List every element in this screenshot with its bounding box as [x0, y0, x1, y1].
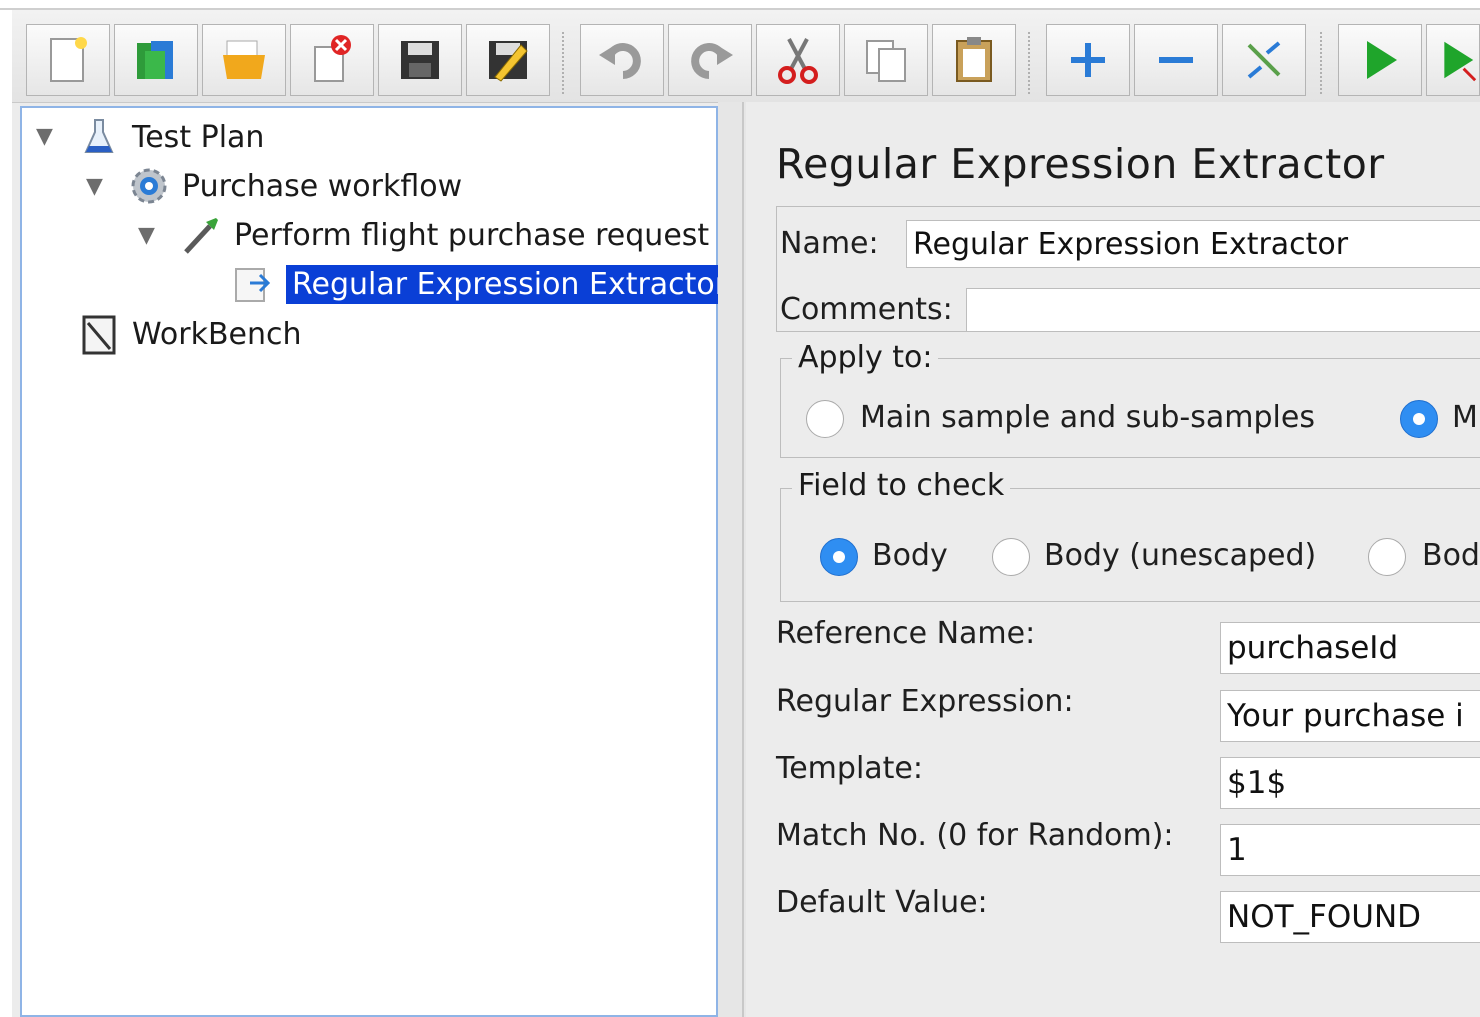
reference-name-field[interactable]: purchaseId — [1220, 622, 1480, 674]
collapse-icon — [1159, 57, 1193, 63]
comments-label: Comments: — [780, 292, 953, 327]
expand-toggle-icon[interactable]: ▼ — [86, 174, 103, 199]
redo-button[interactable] — [668, 24, 752, 96]
tree-item-purchase-workflow[interactable]: Purchase workflow — [128, 163, 462, 209]
tree-item-test-plan[interactable]: Test Plan — [78, 114, 264, 160]
toolbar-separator — [562, 32, 567, 94]
undo-icon — [599, 43, 641, 79]
redo-icon — [691, 43, 733, 79]
apply-main-only-radio[interactable] — [1400, 400, 1438, 438]
save-icon — [401, 41, 439, 79]
tree-item-workbench[interactable]: WorkBench — [78, 311, 302, 357]
tree-item-label: WorkBench — [132, 316, 302, 352]
cut-icon — [778, 38, 818, 84]
name-field[interactable]: Regular Expression Extractor — [906, 220, 1480, 268]
field-body-radio[interactable] — [820, 538, 858, 576]
collapse-all-button[interactable] — [1134, 24, 1218, 96]
apply-main-only-label: M — [1452, 400, 1478, 435]
split-pane-divider[interactable] — [718, 102, 746, 1017]
tree-item-label: Perform flight purchase request — [234, 217, 710, 253]
match-no-label: Match No. (0 for Random): — [776, 818, 1174, 853]
templates-icon — [137, 41, 173, 79]
tree-item-label: Purchase workflow — [182, 168, 463, 204]
name-label: Name: — [780, 226, 879, 261]
toolbar-separator — [1028, 32, 1033, 94]
save-button[interactable] — [378, 24, 462, 96]
save-as-icon — [489, 41, 528, 82]
tree-item-perform-flight-purchase[interactable]: Perform flight purchase request — [180, 212, 709, 258]
test-plan-tree: ▼ Test Plan ▼ Purchase workflow ▼ Perfor… — [20, 106, 734, 1017]
reference-name-label: Reference Name: — [776, 616, 1036, 651]
copy-button[interactable] — [844, 24, 928, 96]
templates-button[interactable] — [114, 24, 198, 96]
field-to-check-legend: Field to check — [792, 468, 1011, 503]
toggle-icon — [1247, 41, 1281, 79]
field-body-unescaped-radio[interactable] — [992, 538, 1030, 576]
regular-expression-label: Regular Expression: — [776, 684, 1074, 719]
apply-main-and-sub-radio[interactable] — [806, 400, 844, 438]
apply-main-and-sub-label: Main sample and sub-samples — [860, 400, 1315, 435]
open-button[interactable] — [202, 24, 286, 96]
comments-field[interactable] — [966, 288, 1480, 332]
start-icon — [1367, 41, 1397, 79]
open-icon — [223, 40, 265, 79]
workbench-icon — [78, 313, 120, 355]
default-value-label: Default Value: — [776, 885, 988, 920]
extractor-icon — [232, 263, 274, 305]
apply-to-legend: Apply to: — [792, 340, 939, 375]
regex-extractor-panel: Regular Expression Extractor Name: Regul… — [746, 102, 1480, 1017]
field-body-as-document-radio[interactable] — [1368, 538, 1406, 576]
expand-toggle-icon[interactable]: ▼ — [138, 223, 155, 248]
start-button[interactable] — [1338, 24, 1422, 96]
field-body-as-document-label: Bod — [1422, 538, 1480, 573]
undo-button[interactable] — [580, 24, 664, 96]
toolbar-separator — [1320, 32, 1325, 94]
expand-icon — [1071, 43, 1105, 77]
cut-button[interactable] — [756, 24, 840, 96]
expand-all-button[interactable] — [1046, 24, 1130, 96]
start-no-pause-icon — [1444, 41, 1477, 82]
paste-icon — [956, 37, 992, 82]
field-body-unescaped-label: Body (unescaped) — [1044, 538, 1317, 573]
paste-button[interactable] — [932, 24, 1016, 96]
close-button[interactable] — [290, 24, 374, 96]
template-label: Template: — [776, 751, 923, 786]
save-as-button[interactable] — [466, 24, 550, 96]
copy-icon — [866, 40, 906, 82]
gear-icon — [128, 165, 170, 207]
field-body-label: Body — [872, 538, 948, 573]
new-button[interactable] — [26, 24, 110, 96]
new-icon — [50, 37, 87, 82]
template-field[interactable]: $1$ — [1220, 757, 1480, 809]
close-icon — [314, 35, 351, 82]
match-no-field[interactable]: 1 — [1220, 824, 1480, 876]
flask-icon — [78, 116, 120, 158]
regular-expression-field[interactable]: Your purchase i — [1220, 690, 1480, 742]
tree-item-label: Test Plan — [132, 119, 265, 155]
expand-toggle-icon[interactable]: ▼ — [36, 124, 53, 149]
start-no-pauses-button[interactable] — [1426, 24, 1480, 96]
page-title: Regular Expression Extractor — [776, 140, 1385, 188]
toggle-button[interactable] — [1222, 24, 1306, 96]
tree-item-label: Regular Expression Extractor — [286, 264, 734, 304]
tree-item-regex-extractor[interactable]: Regular Expression Extractor — [232, 261, 734, 307]
toolbar — [12, 10, 1480, 103]
default-value-field[interactable]: NOT_FOUND — [1220, 891, 1480, 943]
pipette-icon — [180, 214, 222, 256]
